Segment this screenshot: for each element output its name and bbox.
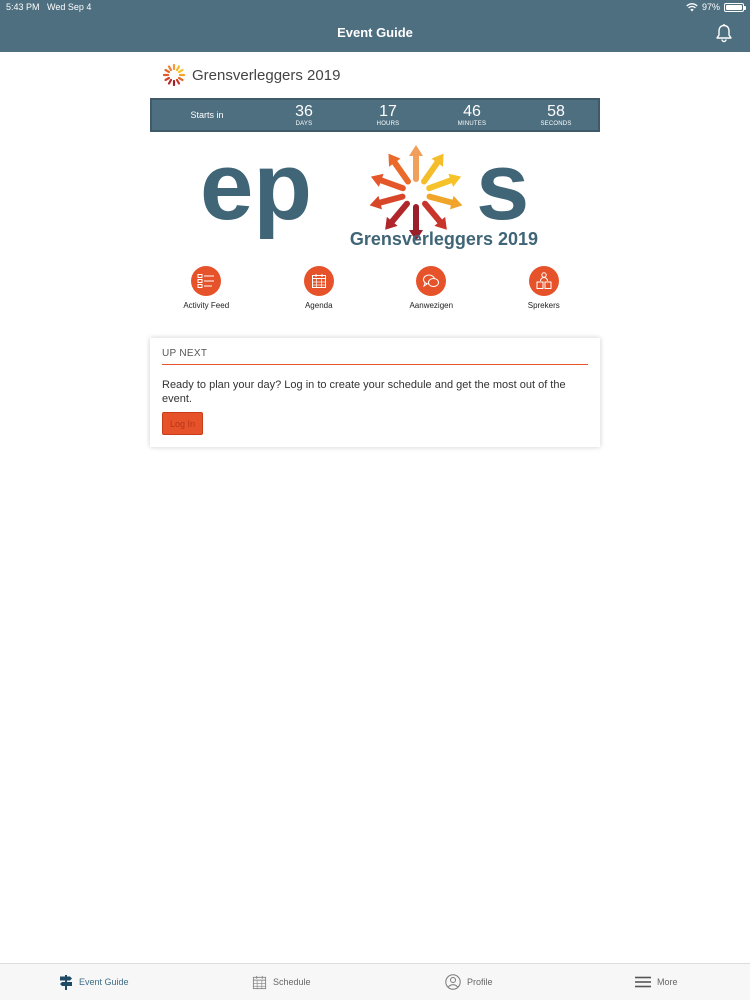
countdown-minutes: 46 MINUTES (430, 102, 514, 127)
quick-link-activity-feed[interactable]: Activity Feed (161, 266, 251, 330)
countdown-hours-caption: HOURS (376, 120, 400, 127)
countdown-banner: Starts in 36 DAYS 17 HOURS 46 MINUTES 58… (150, 98, 600, 132)
quick-link-label: Sprekers (527, 301, 560, 310)
tab-event-guide[interactable]: Event Guide (0, 964, 188, 1000)
up-next-message: Ready to plan your day? Log in to create… (162, 379, 566, 405)
calendar-icon (252, 975, 267, 989)
login-button[interactable]: Log In (162, 412, 203, 435)
countdown-days: 36 DAYS (262, 102, 346, 127)
navigation-bar: Event Guide (0, 15, 750, 52)
countdown-minutes-caption: MINUTES (457, 120, 487, 127)
countdown-days-caption: DAYS (295, 120, 313, 127)
speakers-icon (528, 266, 559, 296)
epos-logo: ep s Grensverleggers 2019 (200, 143, 538, 249)
countdown-label: Starts in (190, 110, 224, 120)
menu-icon (634, 976, 651, 988)
arrows-ring-icon (369, 145, 463, 241)
bell-icon[interactable] (714, 23, 734, 43)
up-next-card: UP NEXT Ready to plan your day? Log in t… (150, 338, 600, 447)
tab-label: More (656, 977, 678, 987)
status-time-date: 5:43 PM Wed Sep 4 (6, 2, 91, 12)
tab-profile[interactable]: Profile (375, 964, 563, 1000)
tab-schedule[interactable]: Schedule (188, 964, 376, 1000)
tab-label: Profile (466, 977, 493, 987)
countdown-hours: 17 HOURS (346, 102, 430, 127)
signpost-icon (59, 975, 72, 990)
countdown-seconds: 58 SECONDS (514, 102, 598, 127)
tab-label: Schedule (272, 977, 311, 987)
up-next-title: UP NEXT (162, 348, 588, 365)
countdown-hours-value: 17 (379, 102, 397, 120)
countdown-seconds-value: 58 (547, 102, 565, 120)
quick-link-label: Agenda (304, 301, 333, 310)
event-name: Grensverleggers 2019 (192, 66, 341, 84)
event-logo-banner: ep s Grensverleggers 2019 (150, 138, 600, 258)
countdown-minutes-value: 46 (463, 102, 481, 120)
nav-title: Event Guide (337, 25, 413, 40)
battery-fill (726, 4, 742, 10)
battery-icon (724, 2, 746, 12)
quick-link-label: Aanwezigen (409, 301, 454, 310)
tab-more[interactable]: More (563, 964, 750, 1000)
tab-bar: Event Guide Schedule Profile More (0, 963, 750, 1000)
chat-icon (416, 266, 447, 296)
quick-link-aanwezigen[interactable]: Aanwezigen (386, 266, 476, 330)
status-indicators: 97% (686, 2, 746, 12)
logo-letters-right: s (476, 143, 529, 240)
quick-links: Activity Feed Agenda Aanwezigen Sprekers (150, 258, 600, 330)
wifi-icon (686, 2, 698, 11)
status-time: 5:43 PM (6, 2, 40, 12)
quick-link-sprekers[interactable]: Sprekers (499, 266, 589, 330)
calendar-icon (303, 266, 334, 296)
countdown-seconds-caption: SECONDS (540, 120, 572, 127)
profile-icon (445, 974, 461, 990)
battery-percent: 97% (701, 2, 720, 12)
status-date: Wed Sep 4 (47, 2, 92, 12)
event-logo-small-icon (162, 63, 186, 87)
logo-subtitle: Grensverleggers 2019 (350, 229, 538, 249)
logo-letters-left: ep (200, 143, 312, 240)
event-guide-content: Grensverleggers 2019 Starts in 36 DAYS 1… (150, 52, 600, 447)
event-header: Grensverleggers 2019 (150, 52, 600, 98)
quick-link-agenda[interactable]: Agenda (274, 266, 364, 330)
tab-label: Event Guide (78, 977, 129, 987)
countdown-days-value: 36 (295, 102, 313, 120)
list-icon (191, 266, 222, 296)
quick-link-label: Activity Feed (183, 301, 230, 310)
status-bar: 5:43 PM Wed Sep 4 97% (0, 0, 750, 15)
